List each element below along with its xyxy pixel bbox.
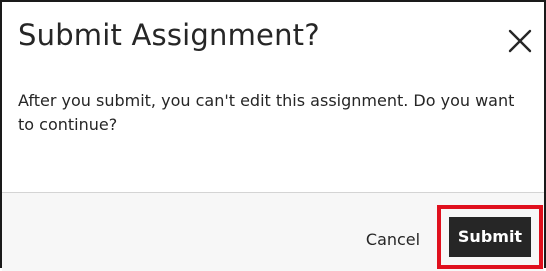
- dialog-title: Submit Assignment?: [18, 18, 320, 52]
- submit-button[interactable]: Submit: [449, 217, 531, 257]
- cancel-button[interactable]: Cancel: [352, 220, 434, 260]
- dialog-message: After you submit, you can't edit this as…: [18, 91, 515, 134]
- dialog-footer: Cancel Submit: [2, 192, 544, 271]
- submit-button-highlight: Submit: [437, 205, 543, 269]
- submit-assignment-dialog: Submit Assignment? After you submit, you…: [0, 0, 546, 271]
- close-icon[interactable]: [505, 26, 535, 56]
